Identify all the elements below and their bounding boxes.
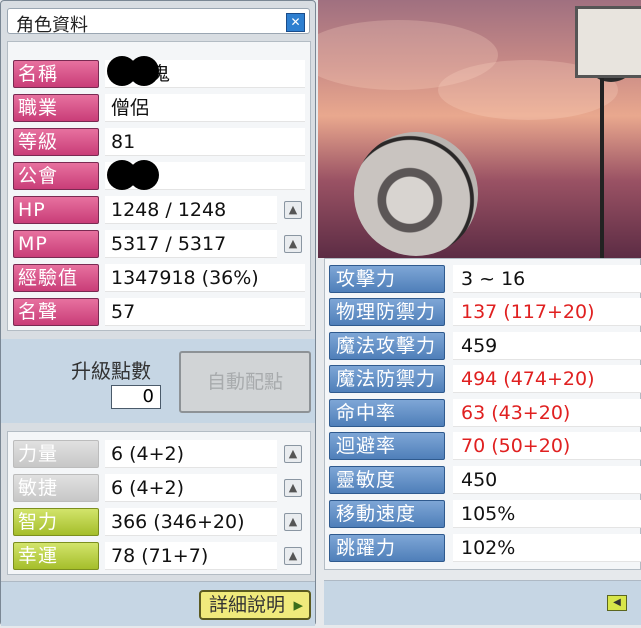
hp-value: 1248 / 1248 xyxy=(105,196,277,224)
luk-value: 78 (71+7) xyxy=(105,542,277,570)
stats-footer: ◀ xyxy=(324,580,641,625)
accuracy-label: 命中率 xyxy=(329,399,445,427)
dex-value: 6 (4+2) xyxy=(105,474,277,502)
str-up-icon[interactable]: ▲ xyxy=(284,445,302,463)
game-background xyxy=(318,0,641,258)
int-label: 智力 xyxy=(13,508,99,536)
round-lamp xyxy=(354,132,478,256)
magic-def-label: 魔法防禦力 xyxy=(329,365,445,393)
int-up-icon[interactable]: ▲ xyxy=(284,513,302,531)
character-info-window: 角色資料 ✕ 名稱 鬼 職業 僧侶 等級 81 公會 HP 1248 / 124… xyxy=(0,0,316,626)
fame-label: 名聲 xyxy=(13,298,99,326)
magic-def-value: 494 (474+20) xyxy=(453,365,641,393)
exp-label: 經驗值 xyxy=(13,264,99,292)
dex-up-icon[interactable]: ▲ xyxy=(284,479,302,497)
accuracy-value: 63 (43+20) xyxy=(453,399,641,427)
ability-points-panel: 升級點數 0 自動配點 xyxy=(1,339,315,423)
hands-value: 450 xyxy=(453,466,641,494)
arrow-right-icon: ▸ xyxy=(293,594,303,616)
window-titlebar[interactable]: 角色資料 ✕ xyxy=(7,8,310,36)
guild-label: 公會 xyxy=(13,162,99,190)
collapse-left-icon[interactable]: ◀ xyxy=(607,595,627,611)
jump-label: 跳躍力 xyxy=(329,534,445,562)
exp-value: 1347918 (36%) xyxy=(105,264,305,292)
detailed-stats-panel: 攻擊力 3 ~ 16 物理防禦力 137 (117+20) 魔法攻擊力 459 … xyxy=(324,258,641,570)
job-value: 僧侶 xyxy=(105,94,305,122)
str-label: 力量 xyxy=(13,440,99,468)
speed-label: 移動速度 xyxy=(329,500,445,528)
fame-value: 57 xyxy=(105,298,305,326)
jump-value: 102% xyxy=(453,534,641,562)
avoid-label: 迴避率 xyxy=(329,432,445,460)
profile-panel: 名稱 鬼 職業 僧侶 等級 81 公會 HP 1248 / 1248 ▲ MP … xyxy=(7,41,311,331)
detail-button[interactable]: 詳細說明 ▸ xyxy=(199,590,311,620)
level-value: 81 xyxy=(105,128,305,156)
name-label: 名稱 xyxy=(13,60,99,88)
hp-up-icon[interactable]: ▲ xyxy=(284,201,302,219)
magic-attack-label: 魔法攻擊力 xyxy=(329,332,445,360)
str-value: 6 (4+2) xyxy=(105,440,277,468)
avoid-value: 70 (50+20) xyxy=(453,432,641,460)
luk-label: 幸運 xyxy=(13,542,99,570)
window-footer: 詳細說明 ▸ xyxy=(1,581,315,626)
mp-value: 5317 / 5317 xyxy=(105,230,277,258)
redaction-mark xyxy=(107,160,161,194)
weapon-def-label: 物理防禦力 xyxy=(329,298,445,326)
level-label: 等級 xyxy=(13,128,99,156)
dex-label: 敏捷 xyxy=(13,474,99,502)
hanging-sign xyxy=(575,6,641,78)
weapon-def-value: 137 (117+20) xyxy=(453,298,641,326)
job-label: 職業 xyxy=(13,94,99,122)
magic-attack-value: 459 xyxy=(453,332,641,360)
close-icon[interactable]: ✕ xyxy=(286,13,305,32)
hp-label: HP xyxy=(13,196,99,224)
ability-points-value: 0 xyxy=(111,385,161,409)
redaction-mark xyxy=(107,56,161,90)
hands-label: 靈敏度 xyxy=(329,466,445,494)
int-value: 366 (346+20) xyxy=(105,508,277,536)
auto-assign-button[interactable]: 自動配點 xyxy=(179,351,311,413)
attack-value: 3 ~ 16 xyxy=(453,265,641,293)
speed-value: 105% xyxy=(453,500,641,528)
attributes-panel: 力量 6 (4+2) ▲ 敏捷 6 (4+2) ▲ 智力 366 (346+20… xyxy=(7,431,311,575)
window-title: 角色資料 xyxy=(16,15,88,36)
mp-label: MP xyxy=(13,230,99,258)
luk-up-icon[interactable]: ▲ xyxy=(284,547,302,565)
ability-points-label: 升級點數 xyxy=(71,359,151,383)
attack-label: 攻擊力 xyxy=(329,265,445,293)
detail-button-label: 詳細說明 xyxy=(209,594,286,616)
mp-up-icon[interactable]: ▲ xyxy=(284,235,302,253)
